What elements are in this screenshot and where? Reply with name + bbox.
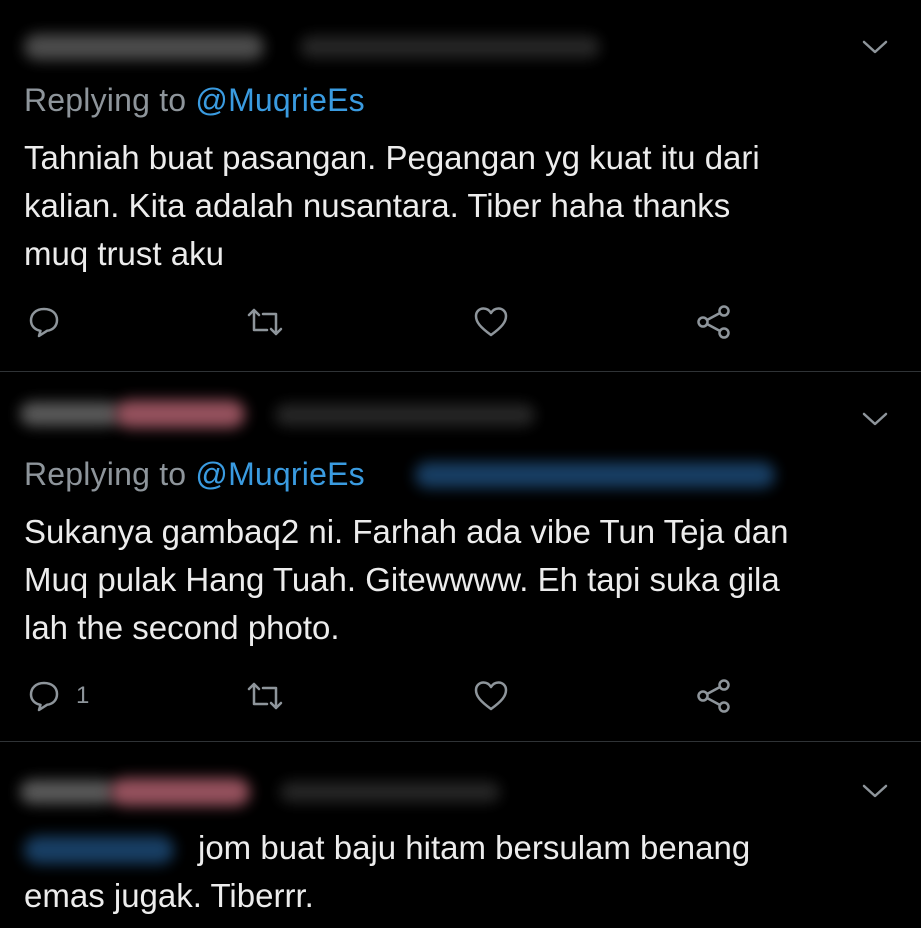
tweet-text: Sukanya gambaq2 ni. Farhah ada vibe Tun … [24,513,789,646]
like-button[interactable] [472,300,510,344]
share-button[interactable] [694,300,734,344]
replying-to-label: Replying to [24,456,196,492]
share-icon [697,305,730,339]
retweet-button[interactable] [245,300,285,344]
share-icon [697,679,730,713]
replying-to-line: Replying to @MuqrieEs [24,456,365,493]
retweet-button[interactable] [245,674,285,718]
reply-icon [29,307,59,338]
chevron-down-icon[interactable] [861,38,889,56]
replying-to-line: Replying to @MuqrieEs [24,82,365,119]
tweet-text-line-2: emas jugak. Tiberrr. [24,877,314,914]
tweet-3: jom buat baju hitam bersulam benang emas… [0,742,921,928]
redacted-handle [300,36,600,58]
like-icon [474,681,508,711]
share-button[interactable] [694,674,734,718]
reply-handle-link[interactable]: @MuqrieEs [195,82,364,118]
reply-icon [29,681,59,712]
retweet-icon [247,308,283,336]
like-button[interactable] [472,674,510,718]
like-icon [474,307,508,337]
reply-count: 1 [76,682,90,709]
reply-button[interactable]: 1 [26,674,89,718]
tweet-actions [0,300,921,344]
reply-button[interactable] [26,300,76,344]
redacted-username-emoji [115,400,245,428]
tweet-text: Tahniah buat pasangan. Pegangan yg kuat … [24,139,760,272]
redacted-username-emoji [110,778,250,806]
chevron-down-icon[interactable] [861,410,889,428]
redacted-handle [275,404,535,426]
tweet-text-line-1: jom buat baju hitam bersulam benang [198,829,751,866]
redacted-username [20,780,115,804]
retweet-icon [247,682,283,710]
redacted-handle [280,782,500,802]
redacted-mention[interactable] [24,836,174,864]
chevron-down-icon[interactable] [861,782,889,800]
tweet-actions: 1 [0,674,921,718]
tweet-1: Replying to @MuqrieEs Tahniah buat pasan… [0,0,921,370]
tweet-2: Replying to @MuqrieEs Sukanya gambaq2 ni… [0,372,921,740]
redacted-mentions[interactable] [415,462,775,488]
redacted-username [24,34,264,60]
reply-handle-link[interactable]: @MuqrieEs [195,456,364,492]
replying-to-label: Replying to [24,82,196,118]
redacted-username [20,402,120,426]
